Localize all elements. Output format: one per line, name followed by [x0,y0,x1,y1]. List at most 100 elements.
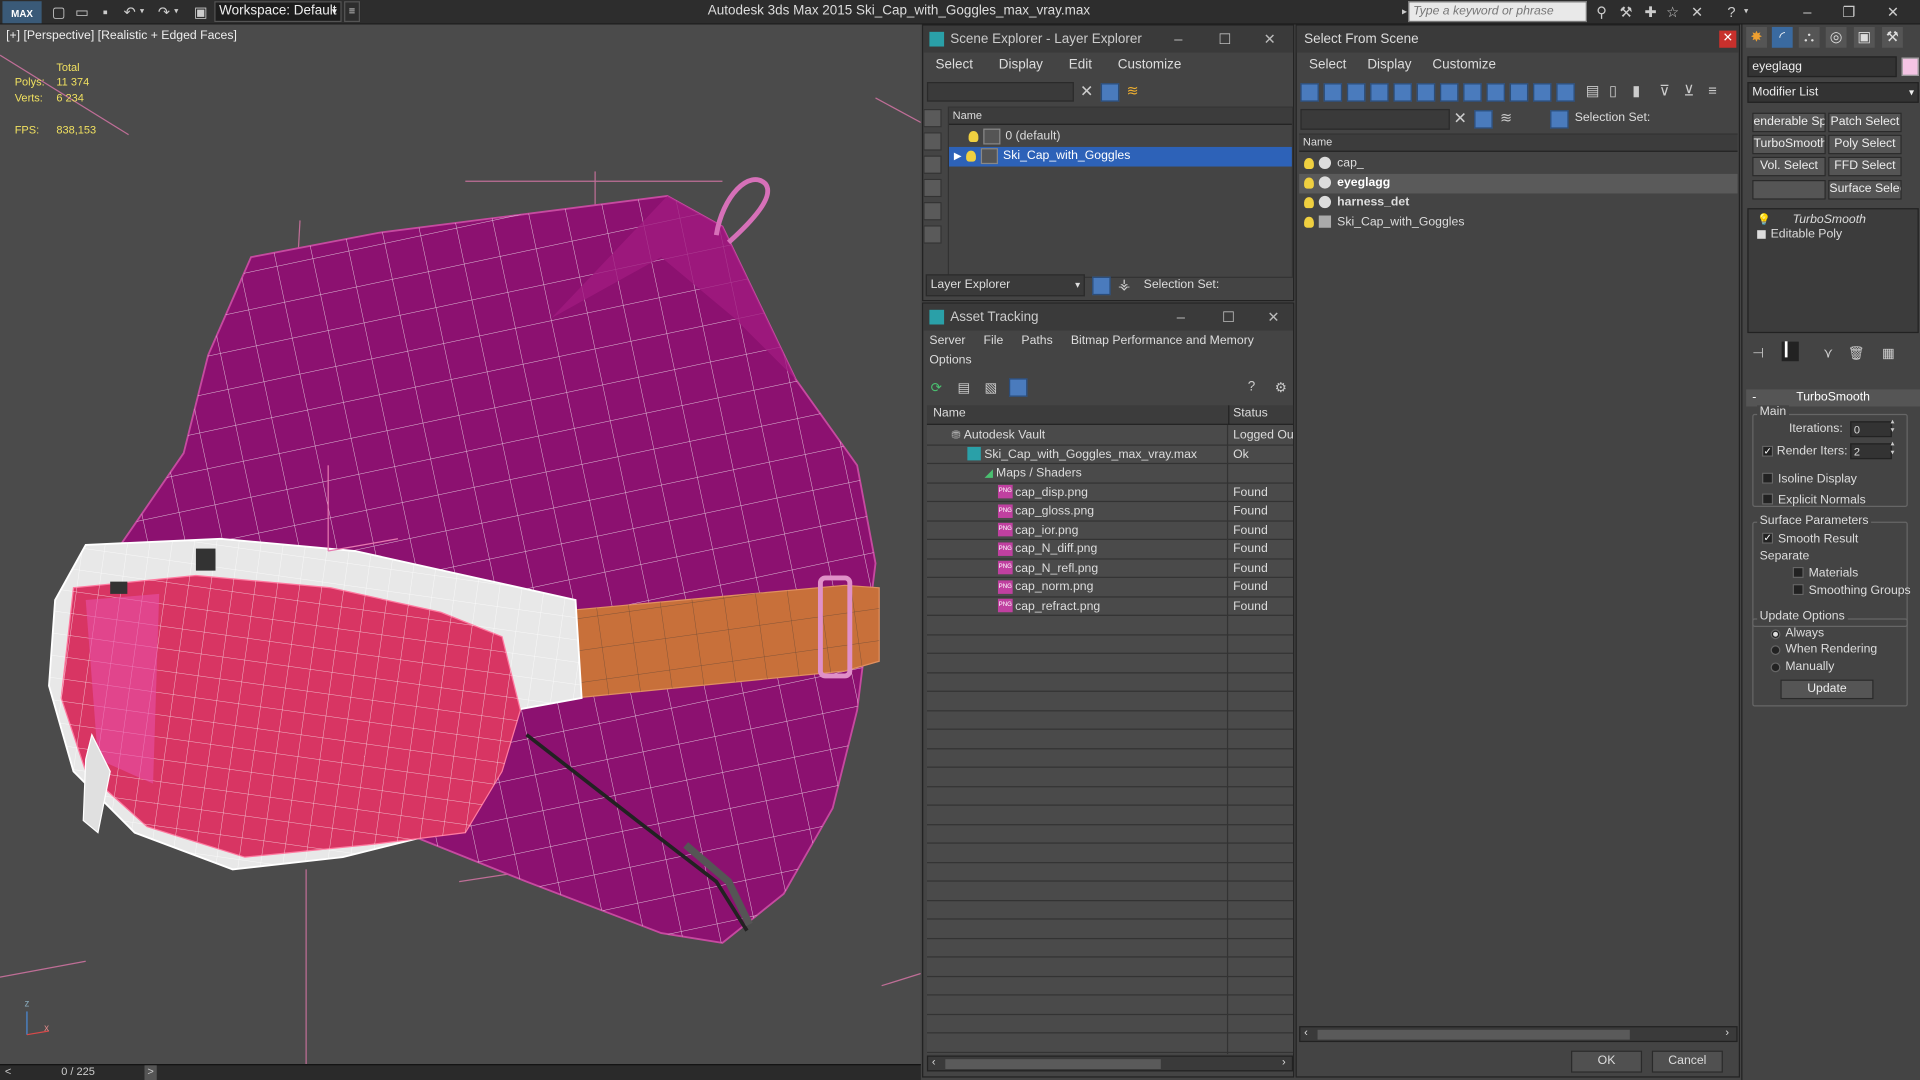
list-item[interactable]: cap_ [1299,154,1737,174]
render-iters-checkbox[interactable]: ✓ [1762,445,1774,457]
table-row[interactable] [926,1033,1294,1053]
table-view-icon[interactable] [1008,378,1028,397]
renderable-spline-button[interactable]: enderable Spli [1752,112,1826,133]
help-dropdown-icon[interactable]: ▾ [1741,2,1751,22]
render-iters-spinner[interactable]: 2 [1850,443,1892,460]
select-none-icon[interactable]: ▯ [1609,82,1617,99]
scene-explorer-titlebar[interactable]: Scene Explorer - Layer Explorer – ☐ ✕ [923,25,1294,53]
table-row[interactable]: PNG cap_N_refl.png Found [926,559,1294,578]
tree-row-default-layer[interactable]: 0 (default) [949,127,1292,147]
table-row[interactable] [926,825,1294,844]
table-row[interactable] [926,787,1294,806]
filter-shapes-icon[interactable] [1323,83,1343,102]
search-input[interactable]: Type a keyword or phrase [1408,1,1587,23]
menu-customize[interactable]: Customize [1432,58,1496,73]
filter-xrefs-icon[interactable] [1463,83,1482,102]
scroll-right-icon[interactable]: › [1725,1026,1729,1038]
create-tab-icon[interactable]: ✸ [1746,26,1767,48]
table-row[interactable]: PNG cap_ior.png Found [926,521,1294,541]
table-row[interactable] [926,692,1294,711]
explicit-normals-checkbox[interactable] [1762,493,1774,505]
display-helpers-icon[interactable] [923,202,942,221]
expand-arrow-icon[interactable]: ▶ [954,151,962,162]
filter-hidden-icon[interactable] [1556,83,1575,102]
hierarchy-filter-icon[interactable]: ⊻ [1684,82,1695,99]
close-icon[interactable]: ✕ [1719,30,1737,48]
table-row[interactable]: PNG cap_gloss.png Found [926,502,1294,522]
menu-select[interactable]: Select [1309,58,1346,73]
object-name-field[interactable]: eyeglagg [1747,56,1897,78]
utilities-tab-icon[interactable]: ⚒ [1882,26,1903,48]
smoothing-groups-checkbox[interactable] [1792,584,1804,596]
stack-item-turbosmooth[interactable]: TurboSmooth [1793,213,1866,226]
light-bulb-icon[interactable] [968,130,979,142]
layer-manager-icon[interactable] [1092,276,1111,296]
table-row[interactable] [926,958,1294,977]
clear-search-icon[interactable]: ✕ [1080,82,1093,102]
tools-icon[interactable]: ⚒ [1616,2,1636,22]
column-header-name[interactable]: Name [948,107,1292,125]
pin-stack-icon[interactable]: ⊣ [1752,345,1764,362]
hierarchy-icon[interactable]: ⚶ [1118,276,1130,293]
app-logo[interactable]: MAX [2,1,42,24]
filter-cameras-icon[interactable] [1370,83,1389,102]
table-row[interactable] [926,730,1294,749]
menu-file[interactable]: File [984,334,1004,347]
display-geometry-icon[interactable] [923,108,942,128]
close-icon[interactable]: ✕ [1881,2,1905,22]
perspective-viewport[interactable]: [+] [Perspective] [Realistic + Edged Fac… [0,24,921,1066]
minimize-icon[interactable]: – [1177,304,1185,331]
vol-select-button[interactable]: Vol. Select [1752,156,1826,177]
close-icon[interactable]: ✕ [1264,26,1276,53]
remove-modifier-icon[interactable]: 🗑 [1848,345,1865,362]
maximize-icon[interactable]: ☐ [1222,304,1235,331]
communication-icon[interactable]: ✕ [1687,2,1707,22]
expand-box-icon[interactable] [1757,230,1766,239]
table-row[interactable]: ⛃ Autodesk Vault Logged Ou [926,426,1294,446]
empty-modifier-button[interactable] [1752,180,1826,200]
close-icon[interactable]: ✕ [1267,304,1279,331]
when-rendering-radio[interactable] [1770,645,1781,656]
table-row[interactable] [926,863,1294,882]
table-row[interactable]: PNG cap_refract.png Found [926,597,1294,616]
filter-containers-icon[interactable] [1509,83,1529,102]
smooth-result-checkbox[interactable]: ✓ [1762,532,1774,544]
viewport-label[interactable]: [+] [Perspective] [Realistic + Edged Fac… [6,29,237,42]
always-radio[interactable] [1770,629,1781,640]
table-row[interactable] [926,711,1294,730]
motion-tab-icon[interactable]: ◎ [1825,26,1847,48]
table-row[interactable] [926,1014,1294,1034]
binoculars-icon[interactable]: ⚲ [1592,2,1612,22]
time-next-button[interactable]: > [144,1065,157,1080]
materials-checkbox[interactable] [1792,566,1804,578]
select-invert-icon[interactable]: ▮ [1632,82,1640,99]
time-slider[interactable]: < 0 / 225 > [0,1064,921,1080]
table-row[interactable] [926,996,1294,1015]
menu-paths[interactable]: Paths [1021,334,1052,347]
thumbnail-view-icon[interactable]: ▧ [984,380,997,396]
scroll-right-icon[interactable]: › [1282,1056,1286,1068]
help-icon[interactable]: ? [1248,380,1256,395]
save-file-icon[interactable]: ▪ [96,2,116,22]
layers-toggle-icon[interactable]: ≋ [1127,82,1139,99]
tree-row-ski-cap-layer[interactable]: ▶ Ski_Cap_with_Goggles [948,146,1292,167]
menu-server[interactable]: Server [929,334,965,347]
scroll-thumb[interactable] [1317,1029,1630,1040]
clear-search-icon[interactable]: ✕ [1453,109,1466,129]
table-row[interactable] [926,616,1294,635]
time-prev-button[interactable]: < [5,1065,11,1077]
ffd-select-button[interactable]: FFD Select [1828,156,1902,177]
light-bulb-icon[interactable]: 💡 [1757,213,1771,226]
table-row[interactable]: PNG cap_disp.png Found [926,483,1294,503]
workspace-dropdown[interactable]: Workspace: Default ▾ [214,1,342,23]
filter-icon[interactable] [1100,83,1120,102]
hierarchy-tab-icon[interactable]: ⛬ [1798,26,1820,48]
menu-display[interactable]: Display [999,58,1043,73]
scroll-left-icon[interactable]: ‹ [932,1056,936,1068]
asset-table-hscrollbar[interactable]: ‹ › [926,1055,1294,1072]
show-end-result-icon[interactable]: ▎ [1781,341,1799,362]
filter-groups-icon[interactable] [1440,83,1459,102]
display-spacewarps-icon[interactable] [923,225,942,244]
menu-display[interactable]: Display [1367,58,1411,73]
cancel-button[interactable]: Cancel [1651,1050,1723,1073]
